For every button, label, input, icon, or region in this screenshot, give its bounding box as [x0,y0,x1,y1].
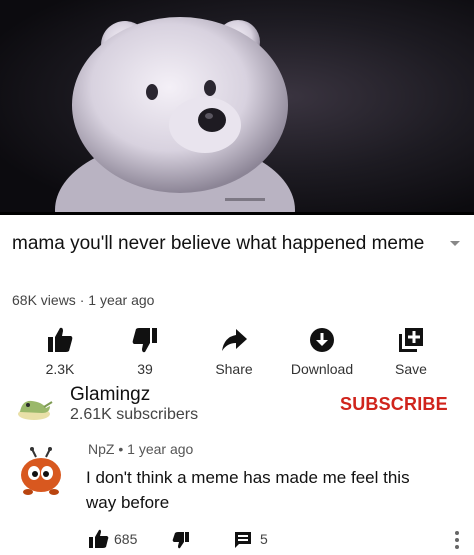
subscribe-button[interactable]: SUBSCRIBE [340,394,448,415]
video-progress-bar[interactable] [0,212,474,215]
share-label: Share [215,361,253,377]
download-icon [310,328,334,352]
dislike-count: 39 [137,361,153,377]
thumbs-up-icon [48,327,73,352]
chevron-down-icon[interactable] [448,236,462,250]
video-meta: 68K views · 1 year ago [12,292,154,308]
comment-meta: NpZ • 1 year ago [88,441,193,457]
comment-age: 1 year ago [127,441,194,457]
save-label: Save [395,361,427,377]
comment-author[interactable]: NpZ [88,441,114,457]
comment-dislike-button[interactable] [172,531,190,549]
thumbs-down-icon [132,328,157,353]
polar-bear-cub-image [55,17,295,215]
share-button[interactable]: Share [189,325,279,377]
comment-text: I don't think a meme has made me feel th… [86,468,410,512]
dislike-button[interactable]: 39 [100,325,190,377]
more-options-icon[interactable] [452,529,462,551]
save-button[interactable]: Save [366,325,456,377]
comment-actions: 685 5 [0,529,474,553]
video-actions: 2.3K 39 Share Download Save [0,325,474,380]
channel-avatar[interactable] [14,386,54,426]
comment-like-button[interactable] [88,529,110,549]
channel-row: Glamingz 2.61K subscribers SUBSCRIBE [0,382,474,428]
view-count: 68K views [12,292,76,308]
subscriber-count: 2.61K subscribers [70,406,199,423]
share-icon [222,329,247,351]
commenter-avatar[interactable] [14,447,70,499]
channel-name[interactable]: Glamingz [70,384,150,406]
download-label: Download [290,361,354,377]
video-title: mama you'll never believe what happened … [12,233,425,254]
like-count: 2.3K [45,361,75,377]
comment: NpZ • 1 year ago I don't think a meme ha… [0,437,474,555]
comment-like-count: 685 [114,531,138,547]
video-player[interactable] [0,0,474,215]
upload-age: 1 year ago [88,292,155,308]
comment-reply-button[interactable] [233,530,253,550]
video-frame [0,0,474,215]
like-button[interactable]: 2.3K [15,325,105,377]
download-button[interactable]: Download [277,325,367,377]
save-to-playlist-icon [399,328,423,352]
comment-reply-count: 5 [260,531,268,547]
meta-separator: • [118,441,128,457]
meta-separator: · [79,292,89,308]
